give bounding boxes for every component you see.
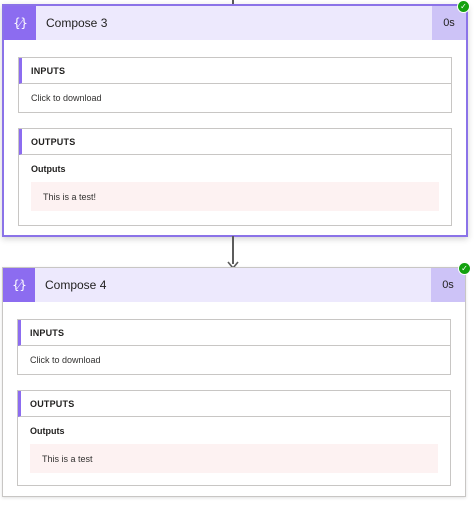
inputs-section: INPUTS Click to download [17, 319, 451, 375]
success-check-icon: ✓ [458, 262, 471, 275]
action-card-compose-3[interactable]: {⁄} Compose 3 0s INPUTS Click to downloa… [2, 4, 468, 237]
success-check-icon: ✓ [457, 0, 470, 13]
braces-icon: {⁄} [3, 268, 35, 302]
action-card-compose-4[interactable]: {⁄} Compose 4 0s INPUTS Click to downloa… [2, 267, 466, 497]
outputs-section: OUTPUTS Outputs This is a test [17, 390, 451, 486]
output-value: This is a test [30, 444, 438, 473]
outputs-section: OUTPUTS Outputs This is a test! [18, 128, 452, 226]
output-value: This is a test! [31, 182, 439, 211]
outputs-label: Outputs [31, 164, 66, 174]
inputs-section: INPUTS Click to download [18, 57, 452, 113]
outputs-heading: OUTPUTS [19, 129, 451, 155]
action-header[interactable]: {⁄} Compose 4 0s [3, 268, 465, 302]
action-title: Compose 4 [45, 278, 107, 292]
flow-run-canvas: {⁄} Compose 3 0s INPUTS Click to downloa… [0, 0, 474, 505]
action-title: Compose 3 [46, 16, 108, 30]
braces-icon: {⁄} [4, 6, 36, 40]
download-link[interactable]: Click to download [30, 346, 450, 374]
inputs-heading: INPUTS [19, 58, 451, 84]
download-link[interactable]: Click to download [31, 84, 451, 112]
outputs-heading: OUTPUTS [18, 391, 450, 417]
outputs-label: Outputs [30, 426, 65, 436]
inputs-heading: INPUTS [18, 320, 450, 346]
action-header[interactable]: {⁄} Compose 3 0s [4, 6, 466, 40]
